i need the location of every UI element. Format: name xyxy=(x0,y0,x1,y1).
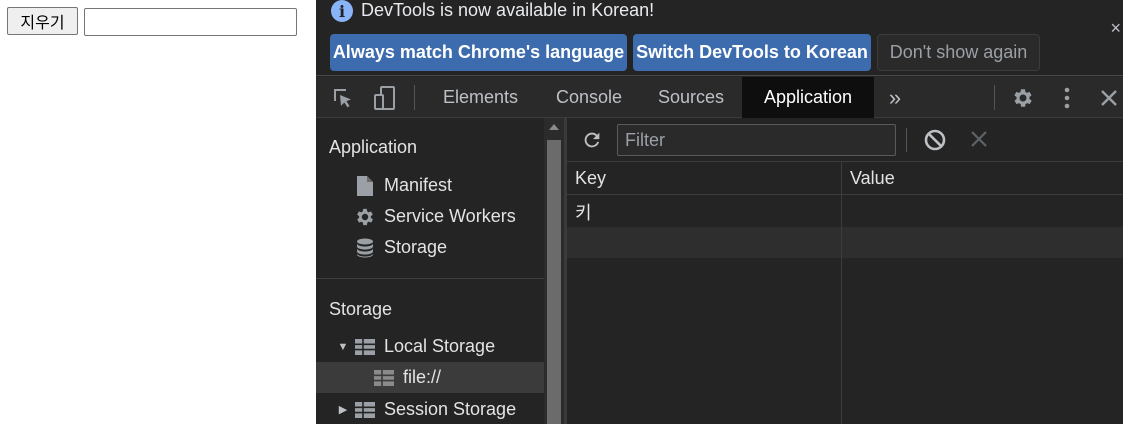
delete-selected-icon[interactable] xyxy=(968,127,990,151)
close-devtools-icon[interactable] xyxy=(1096,77,1122,118)
sidebar-item-session-storage[interactable]: ▶ Session Storage xyxy=(316,394,544,424)
settings-gear-icon[interactable] xyxy=(1008,77,1038,118)
devtools-panel: i DevTools is now available in Korean! A… xyxy=(316,0,1123,424)
tab-console[interactable]: Console xyxy=(541,77,637,118)
table-icon xyxy=(373,367,395,389)
cell-value[interactable] xyxy=(842,196,1123,227)
column-header-value[interactable]: Value xyxy=(842,162,1123,195)
scroll-up-arrow-icon[interactable] xyxy=(549,124,559,130)
infobar-close-icon[interactable]: × xyxy=(1110,18,1121,39)
tab-elements[interactable]: Elements xyxy=(429,77,532,118)
sidebar-item-label: file:// xyxy=(403,367,442,387)
tab-sources[interactable]: Sources xyxy=(646,77,736,118)
switch-to-korean-button[interactable]: Switch DevTools to Korean xyxy=(633,34,871,71)
sidebar-item-label: Local Storage xyxy=(384,336,496,356)
scrollbar-thumb[interactable] xyxy=(547,140,561,424)
more-options-icon[interactable] xyxy=(1054,77,1080,118)
sidebar-divider xyxy=(316,278,544,279)
column-header-key[interactable]: Key xyxy=(567,162,841,195)
sidebar-item-label: Manifest xyxy=(384,175,453,195)
toolbar-divider xyxy=(906,128,907,152)
expand-triangle-down-icon[interactable]: ▼ xyxy=(336,341,350,353)
language-infobar: i DevTools is now available in Korean! A… xyxy=(316,0,1123,76)
table-row[interactable]: 키 xyxy=(567,196,1123,227)
sidebar-item-local-storage[interactable]: ▼ Local Storage xyxy=(316,331,544,362)
infobar-message: DevTools is now available in Korean! xyxy=(361,0,655,20)
filter-input[interactable] xyxy=(617,124,896,156)
toolbar-divider xyxy=(414,85,415,110)
table-icon xyxy=(354,399,376,421)
table-icon xyxy=(354,336,376,358)
inspect-element-icon[interactable] xyxy=(328,77,358,118)
sidebar-scrollbar[interactable] xyxy=(544,118,564,424)
web-page: 지우기 xyxy=(0,0,316,424)
tab-application[interactable]: Application xyxy=(742,77,874,118)
info-icon: i xyxy=(331,0,353,22)
always-match-language-button[interactable]: Always match Chrome's language xyxy=(330,34,627,71)
clear-all-icon[interactable] xyxy=(923,128,947,152)
toolbar-divider xyxy=(994,85,995,110)
storage-view: Key Value 키 xyxy=(567,118,1123,424)
sidebar-section-application: Application xyxy=(329,137,418,157)
sidebar-item-label: Storage xyxy=(384,237,448,257)
sidebar-item-label: Service Workers xyxy=(384,206,516,226)
sidebar-item-service-workers[interactable]: Service Workers xyxy=(316,201,544,232)
sidebar-item-local-storage-file[interactable]: file:// xyxy=(316,362,544,393)
table-header: Key Value xyxy=(567,162,1123,195)
gear-icon xyxy=(354,206,376,228)
column-divider[interactable] xyxy=(841,162,842,424)
storage-toolbar xyxy=(567,118,1123,162)
devtools-tabbar: Elements Console Sources Application » xyxy=(316,77,1123,118)
text-input[interactable] xyxy=(84,8,297,36)
clear-button[interactable]: 지우기 xyxy=(7,7,78,35)
cell-key[interactable]: 키 xyxy=(567,196,841,227)
dont-show-again-button[interactable]: Don't show again xyxy=(877,34,1040,71)
table-row[interactable] xyxy=(567,227,1123,258)
device-toolbar-icon[interactable] xyxy=(370,77,400,118)
sidebar-item-label: Session Storage xyxy=(384,399,517,419)
more-tabs-icon[interactable]: » xyxy=(882,77,908,118)
storage-table: Key Value 키 xyxy=(567,162,1123,424)
application-sidebar: Application Manifest Service Workers Sto… xyxy=(316,118,544,424)
cell-key[interactable] xyxy=(567,227,841,258)
database-icon xyxy=(354,237,376,259)
file-icon xyxy=(354,175,376,197)
cell-value[interactable] xyxy=(842,227,1123,258)
sidebar-item-manifest[interactable]: Manifest xyxy=(316,170,544,201)
refresh-icon[interactable] xyxy=(579,127,605,153)
expand-triangle-right-icon[interactable]: ▶ xyxy=(336,403,350,416)
sidebar-item-storage[interactable]: Storage xyxy=(316,232,544,263)
sidebar-section-storage: Storage xyxy=(329,299,393,319)
